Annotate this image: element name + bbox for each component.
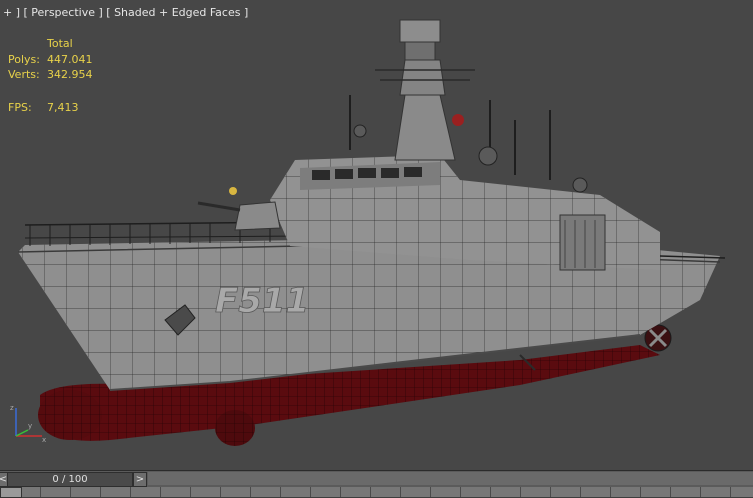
main-mast [349,19,551,180]
axis-gizmo-icon: z x y [10,404,46,444]
chevron-right-icon: > [135,474,145,485]
fps-label: FPS: [8,100,32,114]
frame-counter: 0 / 100 [52,474,88,485]
hull-number: F511 [215,281,309,321]
svg-text:x: x [42,436,46,444]
verts-value: 342.954 [47,68,93,81]
polys-label: Polys: [8,52,40,66]
svg-text:y: y [28,422,32,430]
stats-header: Total [47,37,73,50]
viewport-label[interactable]: + ] [ Perspective ] [ Shaded + Edged Fac… [3,6,248,19]
svg-text:z: z [10,404,14,412]
time-slider-bar: < 0 / 100 > [0,470,753,488]
time-slider[interactable]: 0 / 100 [7,472,133,487]
next-frame-button[interactable]: > [133,472,147,487]
verts-label: Verts: [8,68,40,81]
frame-ruler[interactable] [0,487,753,498]
polys-value: 447.041 [47,52,93,66]
perspective-viewport[interactable]: F511 +] [Perspective] [Shaded + Edge… [0,0,753,470]
fps-value: 7,413 [47,100,79,114]
statistics-overlay: Total Polys: 447.041 Verts: 342.954 FPS: 7,… [8,36,117,115]
key-filter-icon[interactable] [0,487,22,498]
timeline-track[interactable] [148,472,753,485]
